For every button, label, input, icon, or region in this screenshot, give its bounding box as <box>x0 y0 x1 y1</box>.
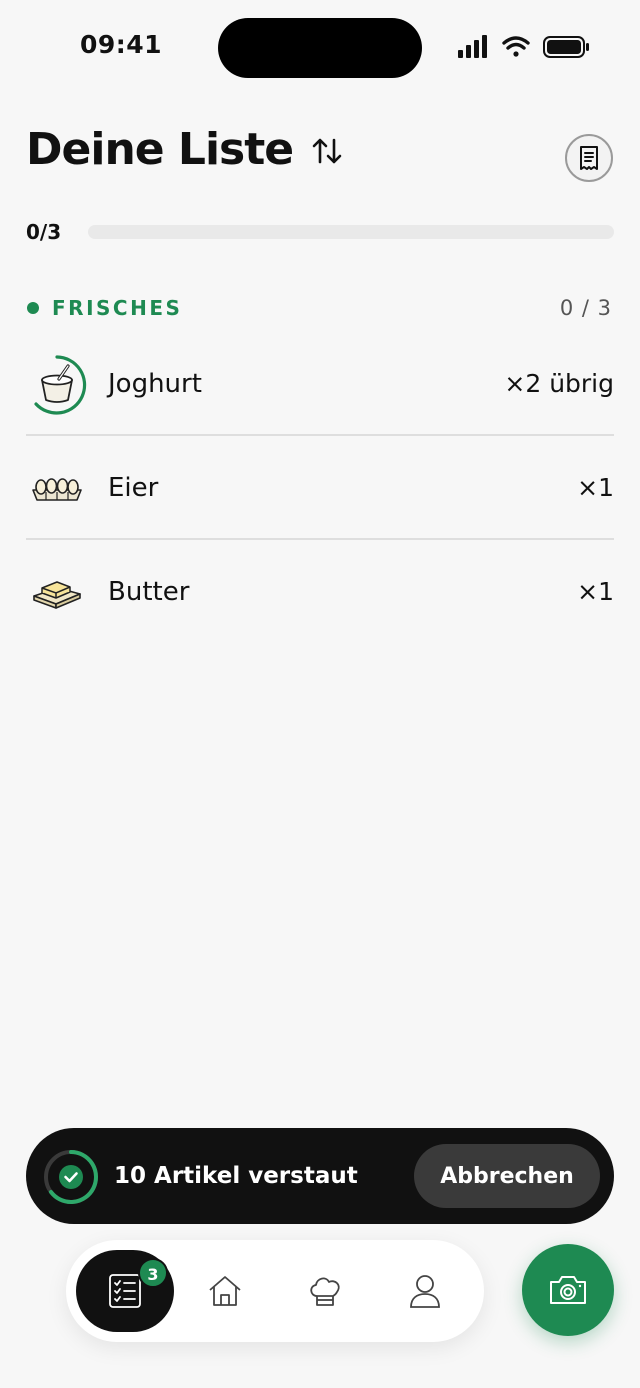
cancel-button[interactable]: Abbrechen <box>414 1144 600 1208</box>
egg-carton-icon <box>26 458 88 520</box>
tab-home[interactable] <box>176 1250 274 1332</box>
check-icon <box>59 1165 83 1189</box>
status-icons <box>458 34 590 60</box>
list-icon <box>109 1274 141 1308</box>
progress-bar <box>88 225 614 239</box>
section-dot <box>27 302 39 314</box>
tab-list[interactable]: 3 <box>76 1250 174 1332</box>
chef-hat-icon <box>310 1277 340 1306</box>
signal-icon <box>458 35 487 58</box>
home-icon <box>209 1276 241 1306</box>
toast-message: 10 Artikel verstaut <box>114 1163 358 1189</box>
progress-label: 0/3 <box>26 220 62 244</box>
tab-profile[interactable] <box>376 1250 474 1332</box>
section-title: FRISCHES <box>52 296 183 320</box>
progress-ring <box>42 1148 100 1206</box>
item-name: Butter <box>108 577 190 607</box>
profile-icon <box>410 1275 440 1308</box>
tab-recipes[interactable] <box>276 1250 374 1332</box>
sort-icon[interactable] <box>310 134 344 168</box>
status-bar: 09:41 <box>0 0 640 96</box>
camera-button[interactable] <box>522 1244 614 1336</box>
receipt-icon <box>580 146 598 170</box>
item-quantity: ×1 <box>577 473 614 502</box>
receipt-button[interactable] <box>565 134 613 182</box>
list-item-eier[interactable]: Eier ×1 <box>26 436 614 540</box>
undo-toast: 10 Artikel verstaut Abbrechen <box>26 1128 614 1224</box>
battery-icon <box>543 36 589 58</box>
status-time: 09:41 <box>80 30 163 59</box>
camera-icon <box>550 1276 586 1304</box>
page-title: Deine Liste <box>26 124 294 175</box>
item-quantity: ×2 übrig <box>504 369 614 398</box>
tab-badge: 3 <box>138 1258 168 1288</box>
tab-bar: 3 <box>66 1240 484 1342</box>
section-count: 0 / 3 <box>559 296 612 320</box>
item-quantity: ×1 <box>577 577 614 606</box>
list-item-joghurt[interactable]: Joghurt ×2 übrig <box>26 332 614 436</box>
item-name: Joghurt <box>108 369 202 399</box>
dynamic-island <box>218 18 422 78</box>
item-name: Eier <box>108 473 159 503</box>
list-item-butter[interactable]: Butter ×1 <box>26 540 614 644</box>
wifi-icon <box>502 36 530 57</box>
butter-icon <box>26 562 88 624</box>
yogurt-icon <box>26 354 88 416</box>
